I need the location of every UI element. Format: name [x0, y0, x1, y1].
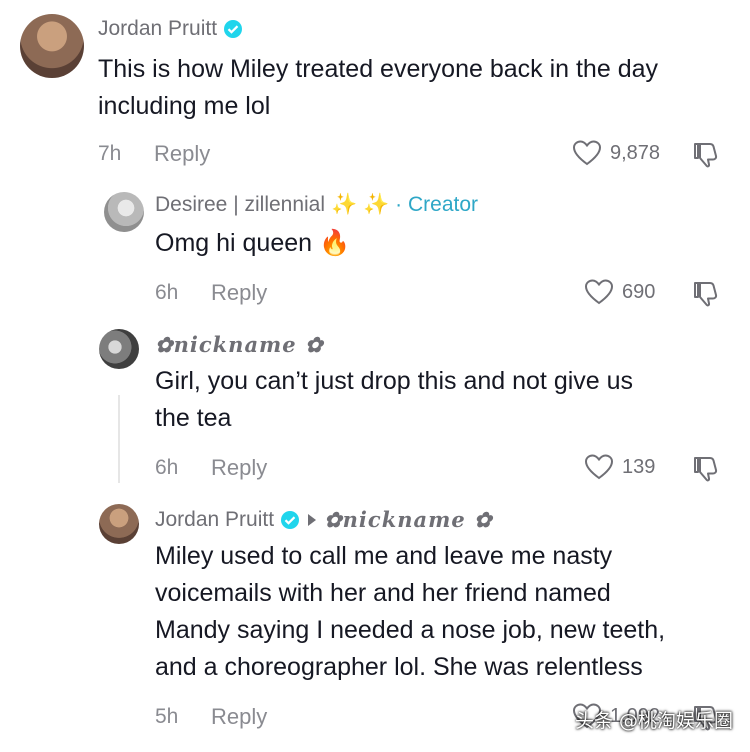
- reply-button[interactable]: Reply: [211, 455, 267, 481]
- comment-text-line: Miley used to call me and leave me nasty: [155, 542, 613, 570]
- avatar[interactable]: [99, 329, 139, 369]
- creator-label: · Creator: [395, 193, 479, 216]
- avatar[interactable]: [20, 14, 84, 78]
- comment-text-line: including me lol: [98, 92, 271, 120]
- comment-text-line: This is how Miley treated everyone back …: [98, 55, 658, 83]
- reply-button[interactable]: Reply: [211, 280, 267, 306]
- comment-text-line: Mandy saying I needed a nose job, new te…: [155, 616, 666, 644]
- like-count: 690: [622, 280, 656, 303]
- verified-badge-icon: [281, 510, 300, 529]
- comment-text-line: the tea: [155, 404, 232, 432]
- like-count: 139: [622, 455, 656, 478]
- verified-badge-icon: [224, 20, 243, 38]
- comment-text: Omg hi queen: [155, 229, 313, 257]
- dislike-icon[interactable]: [692, 279, 722, 309]
- watermark-text: 头条 @桃淘娱乐圈: [575, 710, 734, 732]
- comment-time: 7h: [98, 142, 122, 165]
- like-count: 9,878: [610, 141, 661, 164]
- comment-time: 6h: [155, 281, 179, 304]
- comment-time: 5h: [155, 705, 179, 728]
- avatar[interactable]: [99, 504, 139, 544]
- thread-line: [118, 395, 120, 483]
- like-button[interactable]: 690: [584, 278, 655, 306]
- reply-arrow-icon: [308, 513, 317, 526]
- comment-text-line: voicemails with her and her friend named: [155, 579, 611, 607]
- username[interactable]: Jordan Pruitt: [155, 508, 274, 532]
- dislike-icon[interactable]: [692, 140, 722, 170]
- username[interactable]: Desiree | zillennial: [155, 193, 325, 217]
- heart-icon: [584, 279, 614, 305]
- sparkles-emoji: ✨ ✨: [331, 193, 390, 216]
- watermark: 头条 @桃淘娱乐圈: [575, 706, 733, 733]
- username[interactable]: Jordan Pruitt: [98, 17, 217, 41]
- username[interactable]: ✿𝒏𝒊𝒄𝒌𝒏𝒂𝒎𝒆 ✿: [155, 332, 324, 357]
- reply-to-username[interactable]: ✿𝒏𝒊𝒄𝒌𝒏𝒂𝒎𝒆 ✿: [324, 507, 493, 532]
- comment-time: 6h: [155, 456, 179, 479]
- fire-emoji: 🔥: [319, 229, 351, 257]
- avatar[interactable]: [104, 192, 144, 232]
- heart-icon: [584, 454, 614, 480]
- like-button[interactable]: 9,878: [572, 139, 660, 167]
- comment-text-line: Girl, you can’t just drop this and not g…: [155, 367, 634, 395]
- reply-button[interactable]: Reply: [154, 141, 210, 167]
- heart-icon: [572, 140, 602, 166]
- reply-button[interactable]: Reply: [211, 704, 267, 730]
- dislike-icon[interactable]: [692, 454, 722, 484]
- comment-text-line: and a choreographer lol. She was relentl…: [155, 653, 643, 681]
- like-button[interactable]: 139: [584, 453, 655, 481]
